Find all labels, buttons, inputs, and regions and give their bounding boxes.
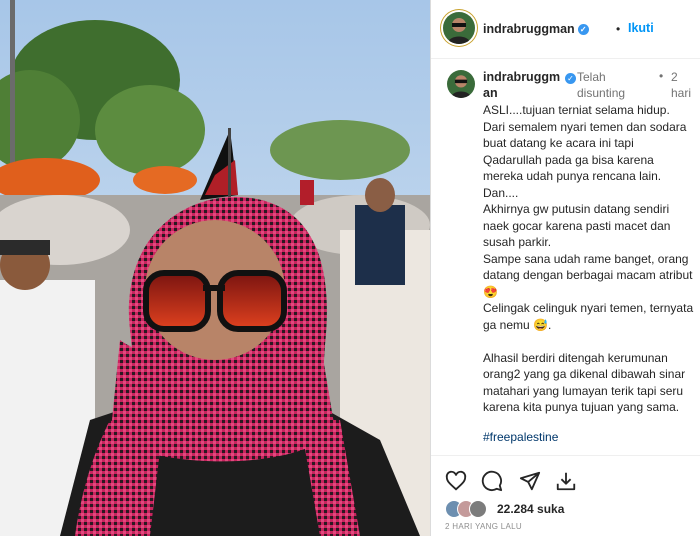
post-photo[interactable] [0, 0, 430, 536]
send-icon[interactable] [519, 470, 541, 492]
download-icon[interactable] [555, 470, 577, 492]
time-ago[interactable]: 2 hari [671, 69, 697, 101]
caption-line: Sampe sana udah rame banget, orang datan… [483, 251, 693, 299]
separator-dot: • [659, 69, 664, 83]
caption-gap [483, 333, 695, 350]
follow-button[interactable]: Ikuti [628, 21, 654, 35]
username-text[interactable]: indrabruggman [483, 22, 575, 36]
avatar [469, 500, 487, 518]
header-separator: • [616, 22, 621, 36]
caption-text: ASLI....tujuan terniat selama hidup. Dar… [483, 102, 695, 416]
caption-line: Dan.... [483, 185, 519, 200]
caption-line: ASLI....tujuan terniat selama hidup. [483, 103, 670, 117]
caption-line: Alhasil berdiri ditengah kerumunan orang… [483, 350, 686, 415]
post-header: indrabruggman ✓ • Ikuti [431, 0, 700, 59]
heart-icon[interactable] [445, 470, 467, 492]
hashtag-link[interactable]: #freepalestine [483, 430, 558, 444]
caption-avatar[interactable] [447, 70, 475, 98]
action-bar: 22.284 suka 2 HARI YANG LALU [431, 455, 700, 537]
likes-count[interactable]: 22.284 suka [497, 502, 564, 516]
selfie-image [0, 0, 430, 536]
verified-icon: ✓ [565, 73, 576, 84]
edited-label: Telah disunting [577, 70, 626, 100]
post-side-panel: indrabruggman ✓ • Ikuti indrabruggman ✓ T… [430, 0, 700, 536]
post-timestamp: 2 HARI YANG LALU [445, 522, 522, 531]
liker-avatars[interactable] [445, 500, 495, 518]
verified-icon: ✓ [577, 24, 589, 36]
username[interactable]: indrabruggman ✓ [483, 22, 589, 36]
caption-line: Akhirnya gw putusin datang sendiri naek … [483, 202, 671, 249]
caption-username[interactable]: indrabruggman [483, 69, 563, 101]
caption-line: Dari semalem nyari temen dan sodara buat… [483, 119, 687, 184]
instagram-post: indrabruggman ✓ • Ikuti indrabruggman ✓ T… [0, 0, 700, 536]
caption-line: Celingak celinguk nyari temen, ternyata … [483, 301, 694, 332]
avatar[interactable] [443, 12, 475, 44]
comment-icon[interactable] [481, 470, 503, 492]
